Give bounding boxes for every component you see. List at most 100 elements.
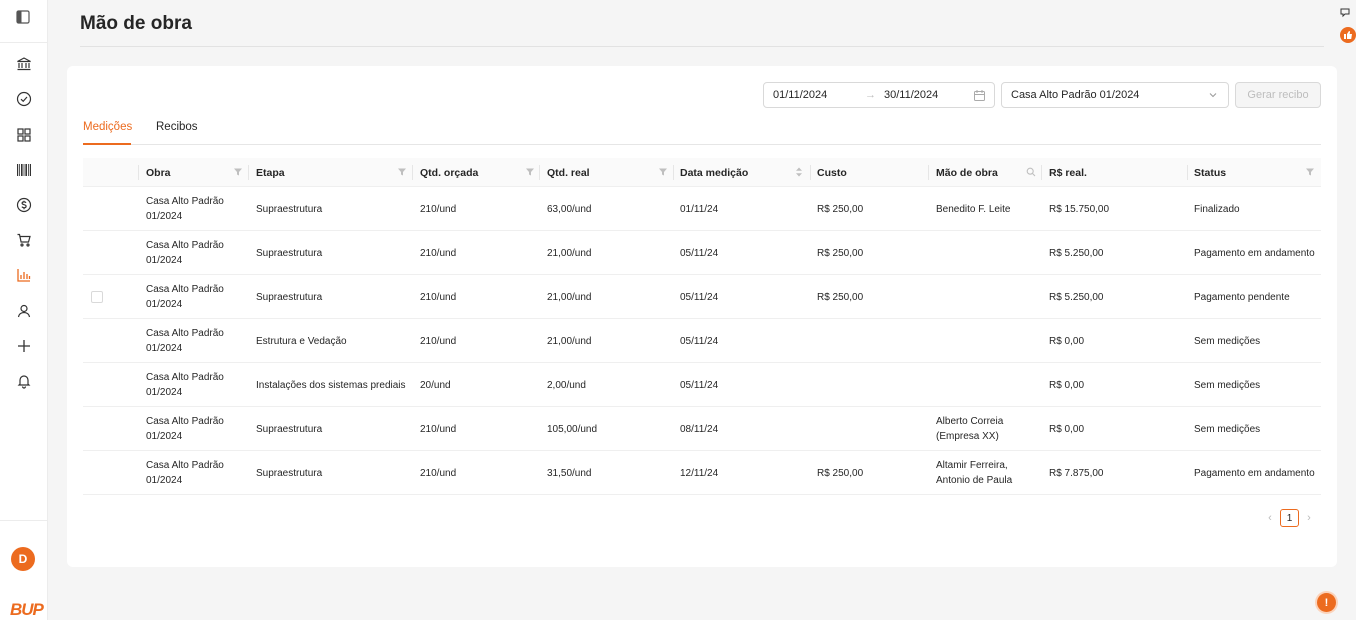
dollar-circle-icon[interactable] bbox=[13, 194, 35, 216]
date-start-input[interactable]: 01/11/2024 bbox=[773, 89, 827, 101]
search-icon[interactable] bbox=[1026, 167, 1036, 177]
filter-icon[interactable] bbox=[525, 167, 535, 177]
column-separator bbox=[1041, 165, 1042, 180]
cell-status: Sem medições bbox=[1194, 379, 1261, 391]
table-row[interactable]: Casa Alto Padrão 01/2024 Supraestrutura 21… bbox=[83, 407, 1321, 451]
cell-custo: R$ 250,00 bbox=[817, 247, 864, 259]
cell-etapa: Supraestrutura bbox=[256, 423, 323, 435]
header-divider bbox=[80, 46, 1324, 47]
help-icon[interactable]: ! bbox=[1317, 593, 1336, 612]
bank-icon[interactable] bbox=[13, 53, 35, 75]
cell-obra: Casa Alto Padrão 01/2024 bbox=[146, 416, 224, 442]
cell-mao-de-obra bbox=[936, 231, 1036, 275]
cell-etapa: Supraestrutura bbox=[256, 467, 323, 479]
col-real[interactable]: R$ real. bbox=[1049, 158, 1087, 187]
user-icon[interactable] bbox=[13, 300, 35, 322]
avatar[interactable]: D bbox=[11, 547, 35, 571]
cell-qtd-real: 31,50/und bbox=[547, 467, 592, 479]
filter-icon[interactable] bbox=[658, 167, 668, 177]
cell-data-medicao: 12/11/24 bbox=[680, 467, 719, 479]
cell-status: Sem medições bbox=[1194, 335, 1261, 347]
filter-icon[interactable] bbox=[233, 167, 243, 177]
cell-etapa: Instalações dos sistemas prediais bbox=[256, 379, 406, 391]
table-row[interactable]: Casa Alto Padrão 01/2024 Supraestrutura 21… bbox=[83, 231, 1321, 275]
row-select-checkbox[interactable] bbox=[91, 291, 103, 303]
cell-qtd-orcada: 210/und bbox=[420, 203, 457, 215]
sort-icon[interactable] bbox=[794, 167, 804, 177]
cell-status: Sem medições bbox=[1194, 423, 1261, 435]
cell-obra: Casa Alto Padrão 01/2024 bbox=[146, 240, 224, 266]
col-qtd-orcada[interactable]: Qtd. orçada bbox=[420, 158, 478, 187]
bell-icon[interactable] bbox=[13, 370, 35, 392]
cell-data-medicao: 01/11/24 bbox=[680, 203, 719, 215]
table-row[interactable]: Casa Alto Padrão 01/2024 Supraestrutura 21… bbox=[83, 451, 1321, 495]
cell-mao-de-obra bbox=[936, 319, 1036, 363]
table-row[interactable]: Casa Alto Padrão 01/2024 Instalações dos … bbox=[83, 363, 1321, 407]
cell-data-medicao: 05/11/24 bbox=[680, 247, 719, 259]
brand-logo: BUP bbox=[10, 600, 44, 619]
cell-real: R$ 0,00 bbox=[1049, 379, 1085, 391]
calendar-icon bbox=[973, 89, 986, 102]
chevron-right-icon[interactable]: › bbox=[1303, 512, 1315, 524]
sidebar: D BUP bbox=[0, 0, 48, 620]
col-qtd-real[interactable]: Qtd. real bbox=[547, 158, 590, 187]
filter-icon[interactable] bbox=[1305, 167, 1315, 177]
col-data-medicao[interactable]: Data medição bbox=[680, 158, 748, 187]
cart-icon[interactable] bbox=[13, 229, 35, 251]
column-separator bbox=[1187, 165, 1188, 180]
grid-icon[interactable] bbox=[13, 124, 35, 146]
barcode-icon[interactable] bbox=[13, 159, 35, 181]
cell-qtd-real: 21,00/und bbox=[547, 335, 592, 347]
cell-qtd-orcada: 210/und bbox=[420, 335, 457, 347]
obra-select-value: Casa Alto Padrão 01/2024 bbox=[1011, 89, 1140, 101]
col-obra[interactable]: Obra bbox=[146, 158, 171, 187]
cell-mao-de-obra bbox=[936, 363, 1036, 407]
cell-data-medicao: 05/11/24 bbox=[680, 335, 719, 347]
cell-qtd-orcada: 210/und bbox=[420, 291, 457, 303]
measurements-table: Obra Etapa Qtd. orçada Qtd. real Data me… bbox=[83, 158, 1321, 495]
sidebar-divider bbox=[0, 520, 48, 521]
col-etapa[interactable]: Etapa bbox=[256, 158, 285, 187]
like-icon[interactable] bbox=[1340, 27, 1356, 43]
generate-receipt-button[interactable]: Gerar recibo bbox=[1235, 82, 1321, 108]
cell-etapa: Supraestrutura bbox=[256, 247, 323, 259]
cell-data-medicao: 05/11/24 bbox=[680, 291, 719, 303]
cell-obra: Casa Alto Padrão 01/2024 bbox=[146, 284, 224, 310]
column-separator bbox=[673, 165, 674, 180]
obra-select[interactable]: Casa Alto Padrão 01/2024 bbox=[1001, 82, 1229, 108]
check-circle-icon[interactable] bbox=[13, 88, 35, 110]
col-custo[interactable]: Custo bbox=[817, 158, 847, 187]
cell-qtd-orcada: 20/und bbox=[420, 379, 451, 391]
filter-icon[interactable] bbox=[397, 167, 407, 177]
cell-obra: Casa Alto Padrão 01/2024 bbox=[146, 460, 224, 486]
cell-qtd-orcada: 210/und bbox=[420, 247, 457, 259]
feedback-icon[interactable] bbox=[1338, 6, 1352, 20]
cell-mao-de-obra bbox=[936, 275, 1036, 319]
bar-chart-icon[interactable] bbox=[13, 264, 35, 286]
plus-icon[interactable] bbox=[13, 335, 35, 357]
cell-real: R$ 15.750,00 bbox=[1049, 203, 1110, 215]
table-row[interactable]: Casa Alto Padrão 01/2024 Estrutura e Veda… bbox=[83, 319, 1321, 363]
sidebar-toggle-icon[interactable] bbox=[14, 8, 32, 26]
page-number[interactable]: 1 bbox=[1280, 509, 1299, 527]
table-row[interactable]: Casa Alto Padrão 01/2024 Supraestrutura 21… bbox=[83, 275, 1321, 319]
cell-real: R$ 0,00 bbox=[1049, 423, 1085, 435]
cell-obra: Casa Alto Padrão 01/2024 bbox=[146, 196, 224, 222]
cell-custo bbox=[817, 319, 927, 363]
cell-custo: R$ 250,00 bbox=[817, 203, 864, 215]
cell-real: R$ 7.875,00 bbox=[1049, 467, 1104, 479]
pagination: ‹ 1 › bbox=[1264, 509, 1315, 527]
col-mao-de-obra[interactable]: Mão de obra bbox=[936, 158, 998, 187]
sidebar-divider bbox=[0, 42, 48, 43]
col-status[interactable]: Status bbox=[1194, 158, 1226, 187]
date-range-picker[interactable]: 01/11/2024 → 30/11/2024 bbox=[763, 82, 995, 108]
cell-etapa: Supraestrutura bbox=[256, 203, 323, 215]
cell-real: R$ 5.250,00 bbox=[1049, 247, 1104, 259]
tab-medicoes[interactable]: Medições bbox=[83, 121, 132, 133]
date-end-input[interactable]: 30/11/2024 bbox=[884, 89, 938, 101]
table-row[interactable]: Casa Alto Padrão 01/2024 Supraestrutura 21… bbox=[83, 187, 1321, 231]
cell-custo bbox=[817, 363, 927, 407]
chevron-left-icon[interactable]: ‹ bbox=[1264, 512, 1276, 524]
tab-recibos[interactable]: Recibos bbox=[156, 121, 198, 133]
cell-qtd-real: 2,00/und bbox=[547, 379, 586, 391]
